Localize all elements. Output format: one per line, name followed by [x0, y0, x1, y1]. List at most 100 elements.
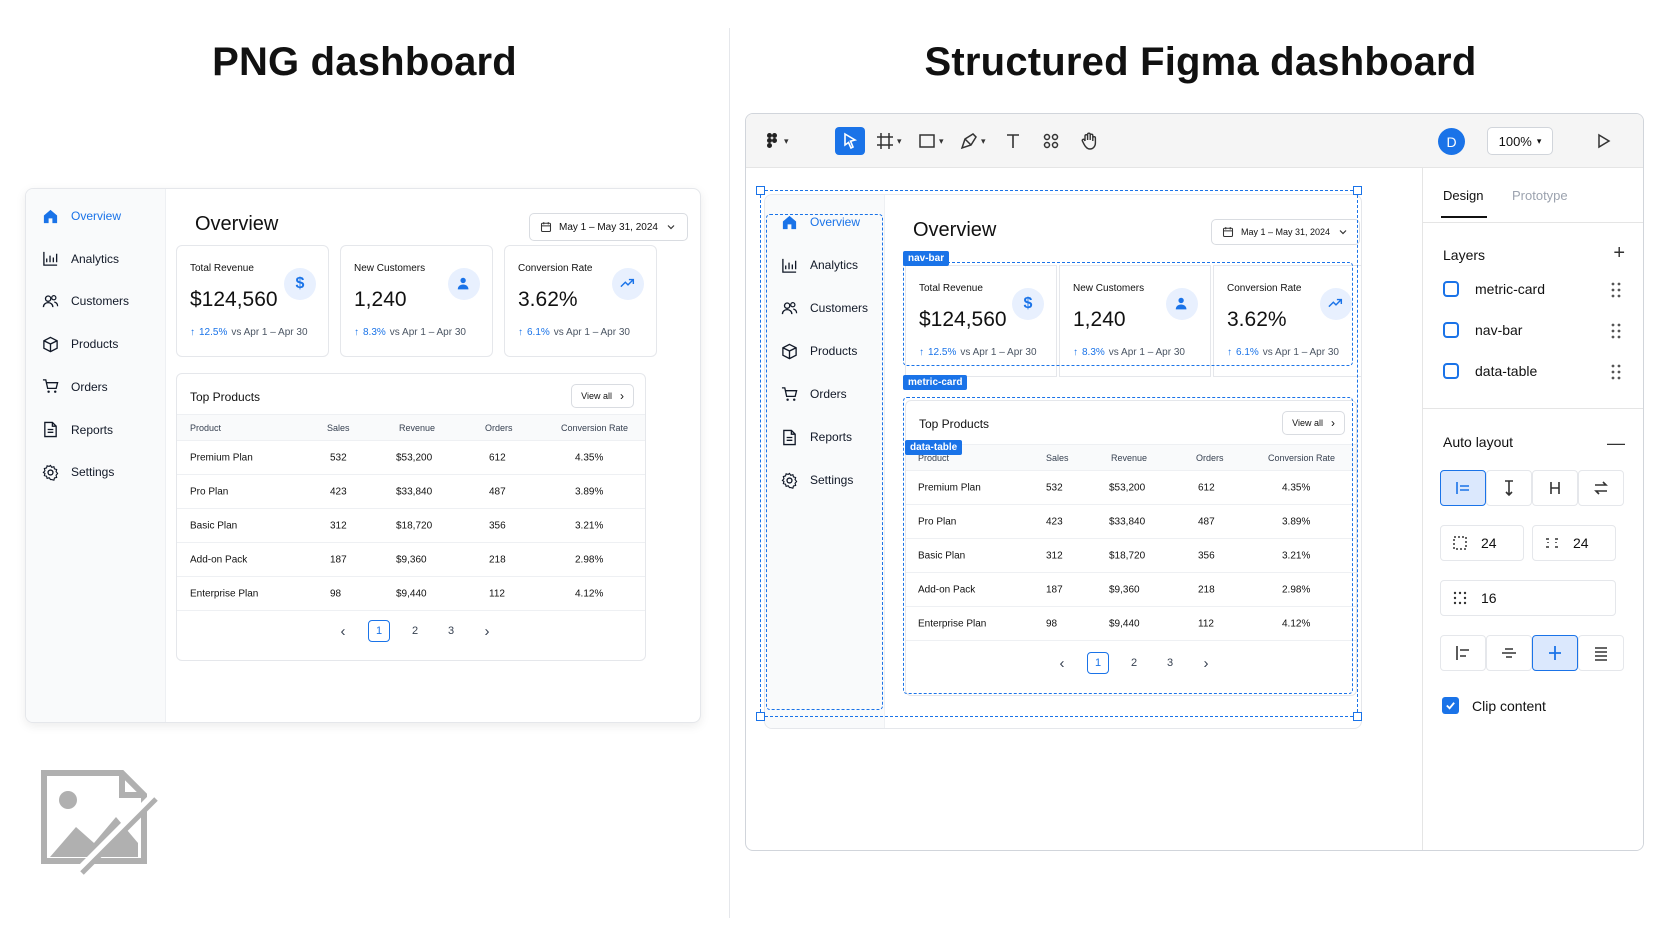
clip-content-checkbox[interactable]	[1442, 697, 1459, 714]
table-cell: 612	[489, 452, 506, 463]
clip-content-label: Clip content	[1472, 697, 1546, 714]
calendar-icon	[540, 222, 552, 233]
zoom-level: 100%	[1498, 133, 1532, 149]
layers-heading: Layers	[1443, 247, 1486, 263]
table-cell: 356	[489, 520, 506, 531]
wrap-icon	[1550, 482, 1560, 494]
align-center-button[interactable]	[1486, 635, 1532, 671]
align-justify-button[interactable]	[1578, 635, 1624, 671]
sidebar-item-overview[interactable]: Overview	[42, 206, 121, 226]
resize-handle-tl[interactable]	[756, 186, 765, 195]
gap-field[interactable]: 16	[1440, 580, 1616, 616]
sidebar-item-label: Products	[71, 337, 119, 352]
frame-tool-button[interactable]: ▾	[875, 127, 902, 155]
arrow-up-icon: ↑	[354, 327, 359, 338]
align-left-button[interactable]	[1440, 635, 1486, 671]
layer-label: nav-bar	[1475, 322, 1523, 338]
gear-icon	[42, 464, 59, 481]
broken-image-icon	[41, 770, 160, 877]
padding-vertical-field[interactable]: 24	[1532, 525, 1616, 561]
add-layer-button[interactable]: +	[1613, 242, 1625, 265]
direction-vertical-button[interactable]	[1486, 470, 1532, 506]
next-page-button[interactable]: ›	[476, 620, 498, 642]
resize-handle-tr[interactable]	[1353, 186, 1362, 195]
data-table-region	[903, 397, 1353, 694]
drag-handle-icon[interactable]	[1611, 364, 1621, 380]
tab-design[interactable]: Design	[1443, 188, 1483, 203]
table-cell: 112	[489, 588, 505, 599]
padding-horizontal-field[interactable]: 24	[1440, 525, 1524, 561]
align-justify-icon	[1595, 647, 1607, 661]
page-button-3[interactable]: 3	[440, 620, 462, 642]
rectangle-icon	[919, 134, 935, 148]
zoom-dropdown[interactable]: 100% ▾	[1487, 127, 1553, 155]
png-dashboard-heading: PNG dashboard	[212, 40, 517, 84]
home-icon	[43, 209, 58, 223]
auto-layout-heading: Auto layout	[1443, 434, 1514, 450]
metric-icon-badge: $	[284, 268, 316, 300]
delta-compare: vs Apr 1 – Apr 30	[553, 327, 630, 338]
page-button-1[interactable]: 1	[368, 620, 390, 642]
direction-horizontal-button[interactable]	[1440, 470, 1486, 506]
sidebar-item-reports[interactable]: Reports	[42, 420, 113, 440]
table-row[interactable]: Enterprise Plan 98 $9,440 112 4.12%	[177, 577, 645, 611]
sidebar-item-products[interactable]: Products	[42, 334, 118, 354]
table-cell: 4.12%	[575, 588, 604, 599]
metric-label: Total Revenue	[190, 263, 254, 274]
wrap-button[interactable]	[1532, 470, 1578, 506]
page-button-2[interactable]: 2	[404, 620, 426, 642]
bar-chart-icon	[43, 252, 58, 266]
sidebar-item-orders[interactable]: Orders	[42, 377, 108, 397]
resize-handle-br[interactable]	[1353, 712, 1362, 721]
table-row[interactable]: Basic Plan 312 $18,720 356 3.21%	[177, 509, 645, 543]
nav-bar-region	[766, 214, 883, 710]
table-cell: 423	[330, 486, 347, 497]
hand-tool-button[interactable]	[1079, 127, 1099, 155]
table-cell: 98	[330, 588, 342, 599]
metric-value: 3.62%	[518, 288, 578, 311]
column-header: Orders	[485, 422, 513, 433]
figma-menu-button[interactable]: ▾	[762, 127, 789, 155]
chevron-down-icon	[667, 225, 675, 230]
move-tool-button[interactable]	[835, 127, 865, 155]
shape-tool-button[interactable]: ▾	[917, 127, 944, 155]
table-row[interactable]: Premium Plan 532 $53,200 612 4.35%	[177, 441, 645, 475]
resources-button[interactable]	[1041, 127, 1061, 155]
drag-handle-icon[interactable]	[1611, 323, 1621, 339]
resize-handle-bl[interactable]	[756, 712, 765, 721]
align-middle-icon	[1549, 646, 1561, 660]
layer-data-table[interactable]: data-table	[1443, 363, 1537, 379]
sidebar-item-customers[interactable]: Customers	[42, 291, 129, 311]
metric-card-region	[903, 262, 1353, 366]
align-middle-button[interactable]	[1532, 635, 1578, 671]
layer-metric-card[interactable]: metric-card	[1443, 281, 1545, 297]
table-row[interactable]: Add-on Pack 187 $9,360 218 2.98%	[177, 543, 645, 577]
text-tool-button[interactable]	[1003, 127, 1023, 155]
table-cell: 187	[330, 554, 347, 565]
table-cell: 3.21%	[575, 520, 604, 531]
cursor-icon	[844, 132, 858, 150]
metric-delta: ↑ 8.3% vs Apr 1 – Apr 30	[354, 327, 466, 338]
sidebar-item-analytics[interactable]: Analytics	[42, 249, 119, 269]
grid-flow-button[interactable]	[1578, 470, 1624, 506]
clip-content-row[interactable]: Clip content	[1442, 697, 1546, 714]
tab-prototype[interactable]: Prototype	[1512, 188, 1568, 203]
table-row[interactable]: Pro Plan 423 $33,840 487 3.89%	[177, 475, 645, 509]
sidebar-item-settings[interactable]: Settings	[42, 462, 114, 482]
table-cell: Add-on Pack	[190, 554, 248, 565]
remove-auto-layout-button[interactable]: —	[1607, 433, 1625, 454]
layer-nav-bar[interactable]: nav-bar	[1443, 322, 1522, 338]
user-avatar[interactable]: D	[1438, 128, 1465, 155]
metric-value: $124,560	[190, 288, 278, 311]
date-range-picker[interactable]: May 1 – May 31, 2024	[529, 213, 688, 241]
metric-value: 1,240	[354, 288, 407, 311]
pen-tool-button[interactable]: ▾	[959, 127, 986, 155]
drag-handle-icon[interactable]	[1611, 282, 1621, 298]
view-all-button[interactable]: View all ›	[571, 384, 634, 408]
prev-page-button[interactable]: ‹	[332, 620, 354, 642]
sidebar-item-label: Settings	[71, 465, 115, 480]
figma-dashboard-heading: Structured Figma dashboard	[924, 40, 1477, 84]
metric-card: New Customers 1,240 ↑ 8.3% vs Apr 1 – Apr 30	[340, 245, 493, 357]
cart-icon	[42, 379, 59, 394]
present-button[interactable]	[1593, 127, 1613, 155]
